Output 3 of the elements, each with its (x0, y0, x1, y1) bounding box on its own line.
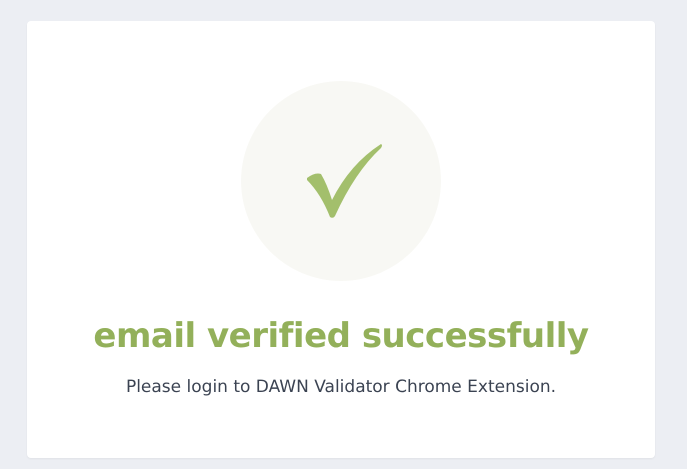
success-heading: email verified successfully (93, 315, 589, 357)
instruction-text: Please login to DAWN Validator Chrome Extension. (126, 376, 556, 399)
checkmark-icon (305, 142, 383, 220)
